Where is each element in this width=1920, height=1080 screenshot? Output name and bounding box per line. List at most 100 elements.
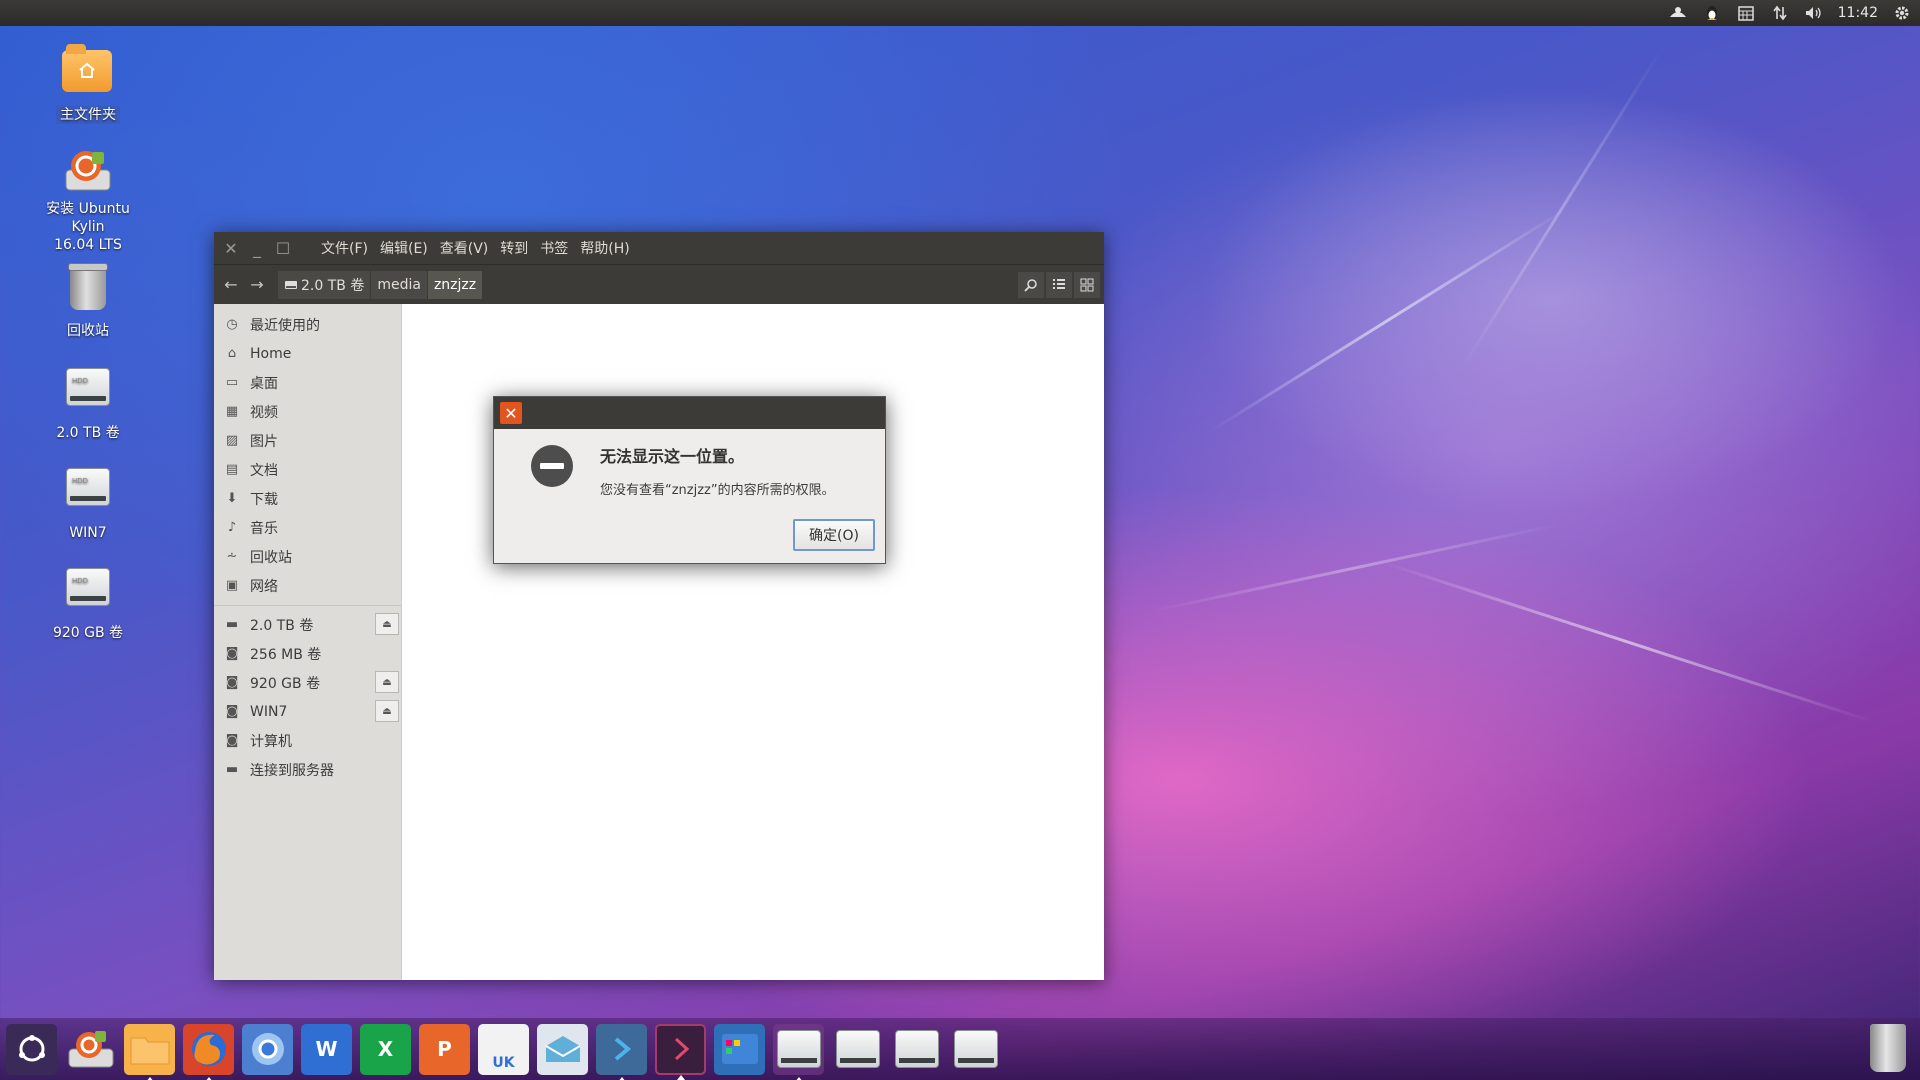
firefox-icon[interactable] [183,1023,234,1080]
sidebar-item-label: 920 GB 卷 [250,675,321,692]
top-panel: 11:42 [0,0,1920,26]
desktop-icon-home-folder[interactable]: 主文件夹 [28,44,148,124]
wps-writer-icon[interactable]: W [301,1023,352,1075]
menu-bookmarks[interactable]: 书签 [539,238,569,258]
close-icon: ✕ [504,403,518,423]
sidebar-item-documents[interactable]: ▤ 文档 [214,455,401,484]
sidebar-item-videos[interactable]: ▦ 视频 [214,397,401,426]
network-arrows-icon[interactable] [1770,3,1790,23]
sidebar-item-label: 桌面 [250,375,278,392]
menu-edit[interactable]: 编辑(E) [379,238,429,258]
clock-icon: ◷ [226,317,238,332]
chromium-icon[interactable] [242,1023,293,1075]
software-center-icon[interactable]: UK [478,1023,529,1075]
mail-icon[interactable] [537,1023,588,1075]
dialog-titlebar[interactable]: ✕ [494,397,885,429]
desktop-icon-hdd-win7[interactable]: HDD WIN7 [28,462,148,542]
eject-button[interactable]: ⏏ [375,700,399,722]
sidebar-item-recent[interactable]: ◷ 最近使用的 [214,310,401,339]
desktop-icon-label-line2: 16.04 LTS [54,237,122,253]
files-icon[interactable] [124,1023,175,1080]
clock[interactable]: 11:42 [1838,5,1878,21]
terminal-red-icon[interactable] [655,1023,706,1080]
sidebar-item-computer[interactable]: ◙ 计算机 [214,726,401,755]
window-maximize-button[interactable]: ☐ [270,239,296,258]
desktop-icon-hdd-2tb[interactable]: HDD 2.0 TB 卷 [28,362,148,442]
sidebar-item-connect-server[interactable]: ▬ 连接到服务器 [214,755,401,784]
sidebar-item-network[interactable]: ▣ 网络 [214,571,401,600]
sidebar-item-drive-win7[interactable]: ◙ WIN7 ⏏ [214,697,401,726]
launcher-dock: W X P UK [0,1018,1920,1080]
grid-view-button[interactable] [1074,271,1100,298]
arrow-right-icon: → [250,275,264,294]
sidebar-item-pictures[interactable]: ▨ 图片 [214,426,401,455]
eject-button[interactable]: ⏏ [375,671,399,693]
ok-button[interactable]: 确定(O) [793,519,875,551]
desktop-icon-label: 920 GB 卷 [52,625,124,641]
breadcrumb-item-media[interactable]: media [371,270,428,299]
wps-spreadsheet-icon[interactable]: X [360,1023,411,1075]
back-button[interactable]: ← [218,271,244,299]
desktop-icon-hdd-920gb[interactable]: HDD 920 GB 卷 [28,562,148,642]
sidebar-item-trash[interactable]: ⩪ 回收站 [214,542,401,571]
terminal-blue-icon[interactable] [596,1023,647,1080]
music-icon: ♪ [227,520,237,535]
workspace-switcher-icon[interactable] [714,1023,765,1075]
dialog-close-button[interactable]: ✕ [500,402,522,424]
sidebar-item-label: 图片 [250,433,278,450]
sidebar-item-label: 下载 [250,491,278,508]
eject-button[interactable]: ⏏ [375,613,399,635]
menu-go[interactable]: 转到 [499,238,529,258]
sidebar-item-drive-920gb[interactable]: ◙ 920 GB 卷 ⏏ [214,668,401,697]
sidebar-item-music[interactable]: ♪ 音乐 [214,513,401,542]
window-close-button[interactable]: ✕ [218,239,244,258]
video-icon: ▦ [225,404,239,419]
sidebar-item-label: 计算机 [250,733,292,750]
qq-penguin-icon[interactable] [1702,3,1722,23]
sidebar-item-label: 回收站 [250,549,292,566]
wallpaper-streak [1209,207,1567,433]
window-minimize-button[interactable]: _ [244,239,270,258]
hdd-dock-icon[interactable] [773,1023,824,1080]
dock-trash-icon[interactable] [1870,1024,1906,1072]
window-titlebar[interactable]: ✕ _ ☐ 文件(F) 编辑(E) 查看(V) 转到 书签 帮助(H) [214,232,1104,264]
installer-icon[interactable] [65,1024,116,1075]
breadcrumb-item-drive[interactable]: 2.0 TB 卷 [278,270,372,299]
list-view-button[interactable] [1046,271,1072,298]
forward-button[interactable]: → [244,271,270,299]
trash-icon [62,263,114,318]
menu-view[interactable]: 查看(V) [439,238,490,258]
drive-icon: ◙ [225,646,239,661]
trash-icon: ⩪ [226,549,238,564]
calendar-icon[interactable] [1736,3,1756,23]
sidebar-item-label: Home [250,345,292,362]
eject-icon: ⏏ [382,676,392,688]
hdd-icon: HDD [62,468,114,520]
breadcrumb-item-current[interactable]: znzjzz [427,270,484,299]
picture-icon: ▨ [225,433,239,448]
hdd-dock-icon[interactable] [950,1024,1001,1075]
desktop-icon-trash[interactable]: 回收站 [28,262,148,340]
hdd-dock-icon[interactable] [832,1024,883,1075]
sidebar-item-desktop[interactable]: ▭ 桌面 [214,368,401,397]
sidebar-item-drive-256mb[interactable]: ◙ 256 MB 卷 [214,639,401,668]
search-button[interactable] [1018,271,1044,298]
hdd-icon: HDD [62,568,114,620]
wps-presentation-icon[interactable]: P [419,1023,470,1075]
kylin-indicator-icon[interactable] [1668,3,1688,23]
sidebar-item-home[interactable]: ⌂ Home [214,339,401,368]
dialog-message: 您没有查看“znzjzz”的内容所需的权限。 [600,483,835,498]
sidebar-item-label: 2.0 TB 卷 [250,617,314,634]
sidebar-item-drive-2tb[interactable]: ▬ 2.0 TB 卷 ⏏ [214,610,401,639]
menu-help[interactable]: 帮助(H) [579,238,630,258]
dash-home-icon[interactable] [6,1023,57,1075]
hdd-dock-icon[interactable] [891,1024,942,1075]
gear-icon[interactable] [1892,3,1912,23]
volume-icon[interactable] [1804,3,1824,23]
desktop-icon-label: WIN7 [69,525,107,541]
menu-file[interactable]: 文件(F) [320,238,369,258]
desktop-icon-installer[interactable]: 安装 Ubuntu Kylin 16.04 LTS [28,144,148,254]
sidebar-item-downloads[interactable]: ⬇ 下载 [214,484,401,513]
sidebar-item-label: 256 MB 卷 [250,646,322,663]
installer-icon [62,144,114,196]
